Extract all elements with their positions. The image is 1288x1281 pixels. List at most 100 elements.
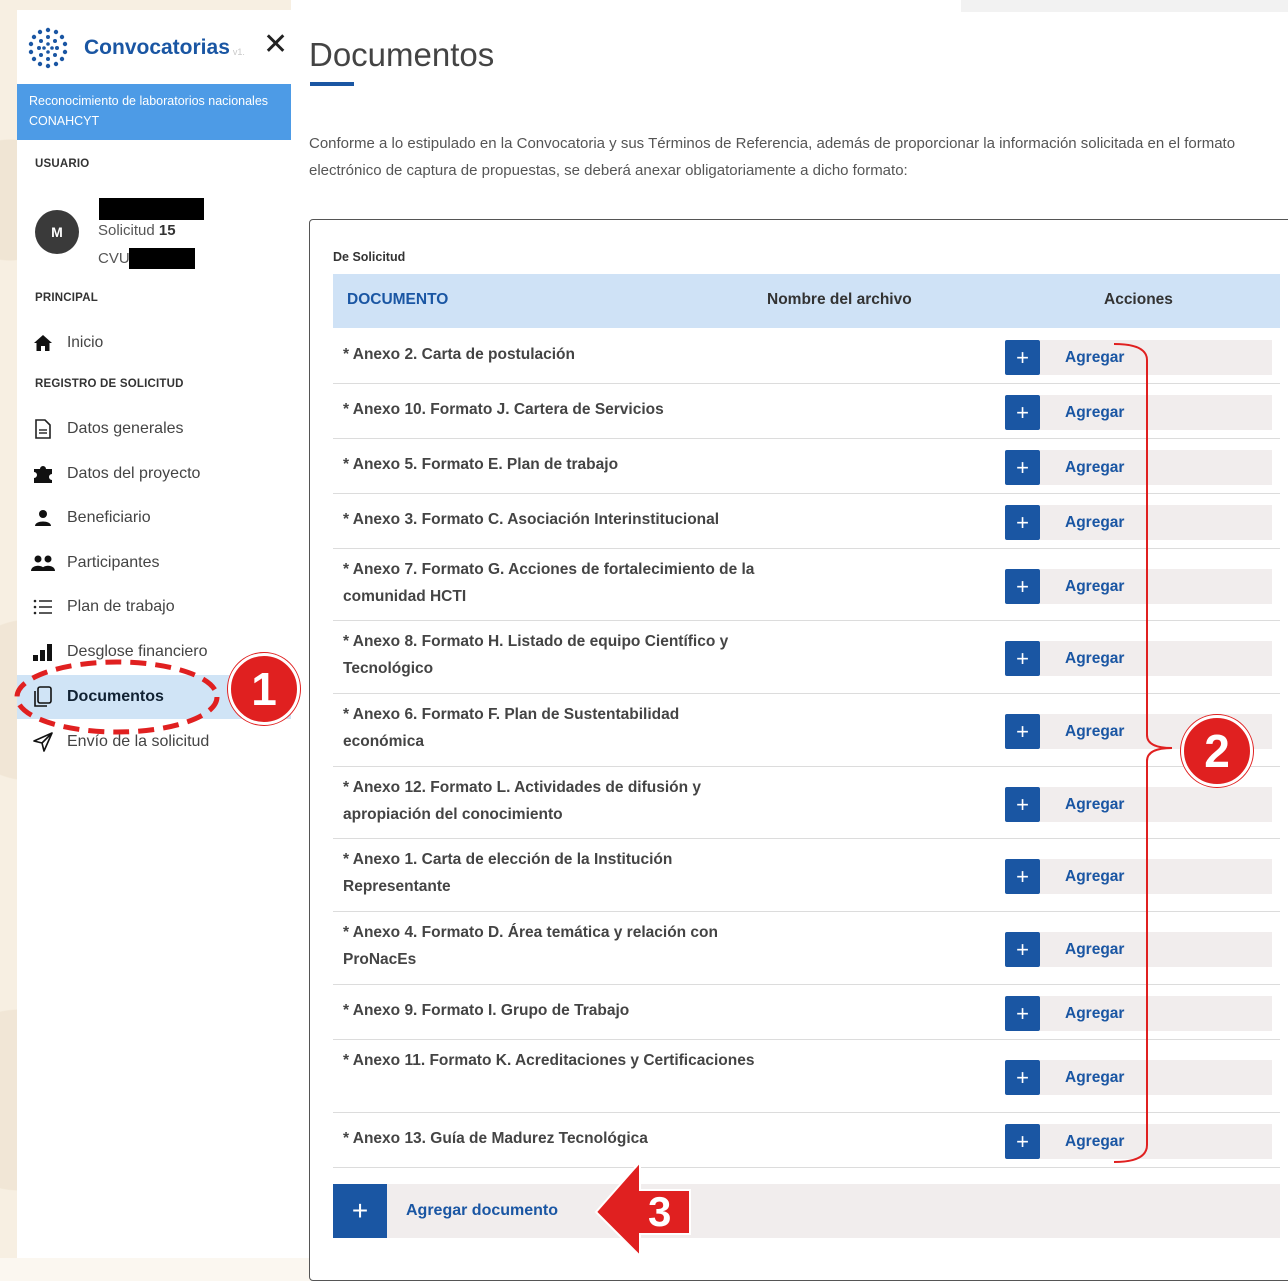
document-label: * Anexo 13. Guía de Madurez Tecnológica [343, 1130, 648, 1147]
agregar-button[interactable]: Agregar [1040, 450, 1272, 485]
sidebar-item-plan-trabajo[interactable]: Plan de trabajo [17, 585, 291, 629]
add-file-button[interactable]: + [1005, 641, 1040, 676]
conahcyt-logo-icon [27, 27, 69, 69]
document-label: * Anexo 3. Formato C. Asociación Interin… [343, 511, 720, 528]
sidebar-item-datos-proyecto[interactable]: Datos del proyecto [17, 452, 291, 496]
usuario-section-label: USUARIO [35, 158, 90, 170]
close-icon[interactable]: ✕ [263, 30, 288, 60]
add-file-button[interactable]: + [1005, 1124, 1040, 1159]
table-row: * Anexo 11. Formato K. Acreditaciones y … [333, 1039, 1280, 1113]
agregar-button[interactable]: Agregar [1040, 569, 1272, 604]
title-underline [310, 82, 354, 86]
add-file-button[interactable]: + [1005, 787, 1040, 822]
sidebar-item-label: Inicio [67, 334, 104, 351]
principal-section-label: PRINCIPAL [35, 292, 98, 304]
document-label: * Anexo 5. Formato E. Plan de trabajo [343, 456, 619, 473]
annotation-number-1: 1 [228, 653, 300, 725]
sidebar-item-label: Beneficiario [67, 509, 151, 526]
sidebar-item-beneficiario[interactable]: Beneficiario [17, 496, 291, 540]
agregar-button[interactable]: Agregar [1040, 1124, 1272, 1159]
agregar-button[interactable]: Agregar [1040, 1060, 1272, 1095]
document-label: * Anexo 9. Formato I. Grupo de Trabajo [343, 1002, 630, 1019]
add-file-button[interactable]: + [1005, 932, 1040, 967]
sidebar-item-label: Envío de la solicitud [67, 733, 210, 750]
sidebar: Convocatorias v1. ✕ Reconocimiento de la… [17, 10, 292, 1258]
document-label: * Anexo 1. Carta de elección de la Insti… [343, 851, 673, 895]
document-icon [31, 419, 55, 439]
agregar-button[interactable]: Agregar [1040, 859, 1272, 894]
solicitud-number: Solicitud 15 [98, 222, 176, 239]
puzzle-icon [31, 464, 55, 484]
document-label: * Anexo 4. Formato D. Área temática y re… [343, 924, 718, 968]
table-row: * Anexo 12. Formato L. Actividades de di… [333, 766, 1280, 839]
bar-chart-icon [31, 643, 55, 661]
table-row: * Anexo 10. Formato J. Cartera de Servic… [333, 383, 1280, 439]
table-row: * Anexo 6. Formato F. Plan de Sustentabi… [333, 693, 1280, 767]
users-icon [31, 554, 55, 572]
sidebar-item-inicio[interactable]: Inicio [17, 321, 291, 365]
agregar-button[interactable]: Agregar [1040, 505, 1272, 540]
home-icon [31, 334, 55, 352]
table-header: DOCUMENTO Nombre del archivo Acciones [333, 274, 1280, 328]
intro-text: Conforme a lo estipulado en la Convocato… [309, 135, 1236, 179]
table-row: * Anexo 3. Formato C. Asociación Interin… [333, 493, 1280, 549]
add-file-button[interactable]: + [1005, 1060, 1040, 1095]
agregar-button[interactable]: Agregar [1040, 395, 1272, 430]
top-strip [961, 0, 1288, 12]
add-file-button[interactable]: + [1005, 450, 1040, 485]
add-file-button[interactable]: + [1005, 395, 1040, 430]
sidebar-item-envio-solicitud[interactable]: Envío de la solicitud [17, 720, 291, 764]
version-label: v1. [232, 47, 245, 57]
sidebar-item-participantes[interactable]: Participantes [17, 541, 291, 585]
add-document-label: Agregar documento [406, 1202, 559, 1219]
agregar-button[interactable]: Agregar [1040, 787, 1272, 822]
table-row: * Anexo 8. Formato H. Listado de equipo … [333, 620, 1280, 694]
annotation-number-2: 2 [1181, 715, 1253, 787]
main-content: Documentos Conforme a lo estipulado en l… [291, 0, 1288, 1281]
document-label: * Anexo 10. Formato J. Cartera de Servic… [343, 401, 664, 418]
sidebar-item-label: Participantes [67, 554, 160, 571]
registro-section-label: REGISTRO DE SOLICITUD [35, 378, 184, 390]
agregar-button[interactable]: Agregar [1040, 932, 1272, 967]
add-file-button[interactable]: + [1005, 340, 1040, 375]
document-label: * Anexo 8. Formato H. Listado de equipo … [343, 633, 729, 677]
column-header-acciones: Acciones [1104, 291, 1173, 308]
redacted-name [99, 198, 204, 220]
redacted-cvu [129, 248, 195, 269]
user-icon [31, 509, 55, 527]
table-row: * Anexo 5. Formato E. Plan de trabajo + Ag… [333, 438, 1280, 494]
copy-icon [31, 686, 55, 708]
add-file-button[interactable]: + [1005, 996, 1040, 1031]
sidebar-item-label: Desglose financiero [67, 643, 208, 660]
solicitud-value: 15 [158, 222, 176, 239]
sidebar-item-datos-generales[interactable]: Datos generales [17, 407, 291, 451]
document-label: * Anexo 11. Formato K. Acreditaciones y … [343, 1052, 755, 1069]
document-label: * Anexo 7. Formato G. Acciones de fortal… [343, 561, 755, 605]
solicitud-label: Solicitud [98, 222, 155, 239]
agregar-button[interactable]: Agregar [1040, 996, 1272, 1031]
avatar: M [35, 210, 79, 254]
add-file-button[interactable]: + [1005, 714, 1040, 749]
sidebar-item-label: Datos generales [67, 420, 184, 437]
add-file-button[interactable]: + [1005, 569, 1040, 604]
add-document-button[interactable]: + Agregar documento [333, 1184, 1280, 1238]
table-row: * Anexo 13. Guía de Madurez Tecnológica +… [333, 1112, 1280, 1168]
brand: Convocatorias v1. ✕ [25, 26, 291, 70]
documents-card: De Solicitud DOCUMENTO Nombre del archiv… [309, 219, 1288, 1281]
convocatoria-banner: Reconocimiento de laboratorios nacionale… [17, 84, 291, 140]
table-row: * Anexo 2. Carta de postulación + Agregar [333, 328, 1280, 384]
add-file-button[interactable]: + [1005, 859, 1040, 894]
send-icon [31, 732, 55, 752]
agregar-button[interactable]: Agregar [1040, 641, 1272, 676]
add-file-button[interactable]: + [1005, 505, 1040, 540]
page-title: Documentos [309, 36, 495, 73]
list-icon [31, 599, 55, 615]
section-label: De Solicitud [333, 250, 406, 264]
table-row: * Anexo 1. Carta de elección de la Insti… [333, 838, 1280, 912]
agregar-button[interactable]: Agregar [1040, 340, 1272, 375]
table-row: * Anexo 4. Formato D. Área temática y re… [333, 911, 1280, 985]
plus-icon: + [333, 1184, 387, 1238]
brand-name: Convocatorias [84, 36, 230, 59]
document-label: * Anexo 2. Carta de postulación [343, 346, 575, 363]
sidebar-item-label: Plan de trabajo [67, 598, 175, 615]
